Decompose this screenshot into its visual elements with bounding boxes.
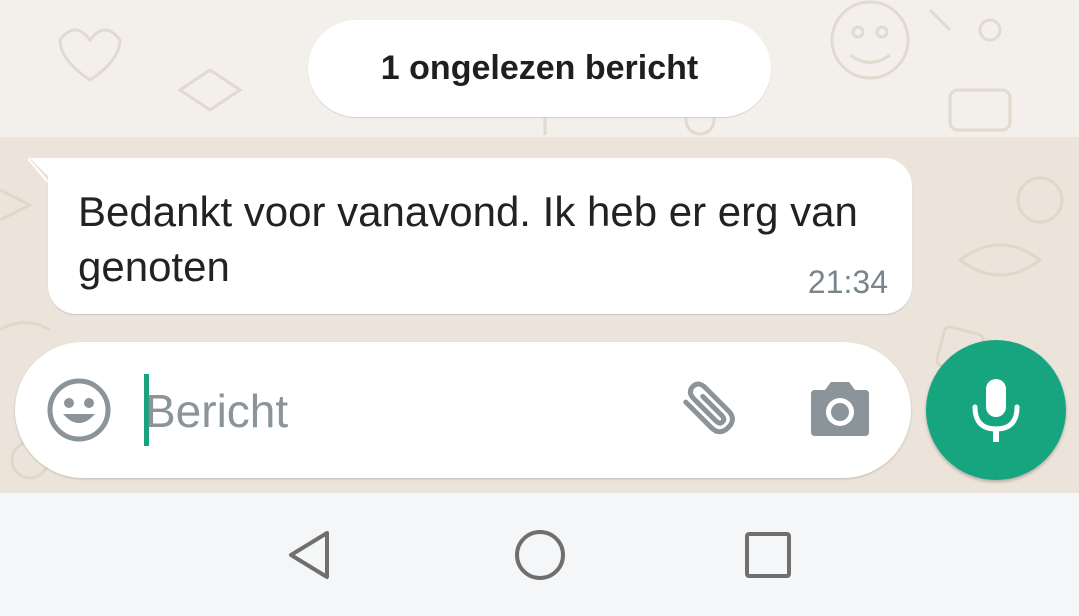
- message-composer: [15, 342, 911, 478]
- message-text: Bedankt voor vanavond. Ik heb er erg van…: [78, 188, 858, 290]
- microphone-icon: [972, 379, 1020, 442]
- camera-icon[interactable]: [805, 376, 875, 444]
- unread-messages-label: 1 ongelezen bericht: [380, 49, 699, 87]
- unread-messages-badge: 1 ongelezen bericht: [308, 20, 771, 117]
- smiley-face-icon[interactable]: [45, 376, 113, 444]
- voice-message-button[interactable]: [926, 340, 1066, 480]
- back-triangle-icon[interactable]: [279, 523, 343, 587]
- incoming-message-bubble[interactable]: Bedankt voor vanavond. Ik heb er erg van…: [48, 158, 912, 314]
- message-timestamp: 21:34: [807, 264, 888, 300]
- system-navigation-bar: [0, 493, 1079, 616]
- chat-area[interactable]: 1 ongelezen bericht Bedankt voor vanavon…: [0, 0, 1079, 493]
- message-input[interactable]: [145, 372, 655, 450]
- home-circle-icon[interactable]: [508, 523, 572, 587]
- paperclip-icon[interactable]: [671, 376, 743, 448]
- recents-square-icon[interactable]: [736, 523, 800, 587]
